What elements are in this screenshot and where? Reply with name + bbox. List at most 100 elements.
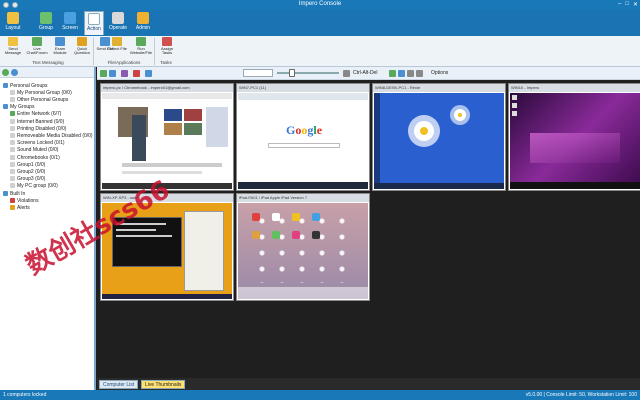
group-node-icon bbox=[10, 162, 15, 167]
screen-icon bbox=[64, 12, 76, 24]
tree-item-my-personal-group[interactable]: My Personal Group (0/0) bbox=[10, 89, 72, 96]
list-view-icon[interactable] bbox=[398, 70, 405, 77]
computer-thumbnail[interactable]: iPad-FA01 / iPad Apple iPad Version 7 bbox=[236, 193, 370, 301]
tree-item-entire-network[interactable]: Entire Network (6/7) bbox=[10, 110, 61, 117]
group-icon bbox=[40, 12, 52, 24]
tree-item-violations[interactable]: Violations bbox=[10, 197, 39, 204]
assign-tasks-button[interactable]: Assign Tasks bbox=[156, 37, 178, 59]
tasks-icon bbox=[162, 37, 172, 46]
status-bar: 1 computers locked v5.0.00 | Console Lim… bbox=[0, 390, 640, 400]
tree-item-group2[interactable]: Group2 (0/0) bbox=[10, 168, 45, 175]
thumbnail-caption: WIN7-PC1 (11) bbox=[237, 84, 369, 92]
send-message-button[interactable]: Send Message bbox=[2, 37, 24, 59]
thumbnail-caption: impero-pc \ Chromebook - impero01@gmail.… bbox=[101, 84, 233, 92]
tree-item-chromebooks[interactable]: Chromebooks (0/1) bbox=[10, 154, 60, 161]
screen-preview bbox=[374, 93, 504, 189]
thumbnail-caption: WIN8-DESK-PC1 - Rexie bbox=[373, 84, 505, 92]
live-chat-button[interactable]: Live Chat/Forum bbox=[26, 37, 48, 59]
run-website-button[interactable]: Run Website/File bbox=[130, 37, 152, 59]
collect-file-button[interactable]: Collect File bbox=[106, 37, 128, 59]
computer-thumbnail[interactable]: impero-pc \ Chromebook - impero01@gmail.… bbox=[100, 83, 234, 191]
tree-item-group1[interactable]: Group1 (0/0) bbox=[10, 161, 45, 168]
computer-thumbnail[interactable]: WIN10 - Impero bbox=[508, 83, 640, 191]
action-icon bbox=[88, 13, 100, 25]
envelope-icon bbox=[8, 37, 18, 46]
lock-icon[interactable] bbox=[133, 70, 140, 77]
exam-module-button[interactable]: Exam Module bbox=[49, 37, 71, 59]
view-icon[interactable] bbox=[145, 70, 152, 77]
tree-item-my-pc-group[interactable]: My PC group (0/0) bbox=[10, 182, 58, 189]
tab-live-thumbnails[interactable]: Live Thumbnails bbox=[141, 380, 186, 389]
refresh-icon[interactable] bbox=[407, 70, 414, 77]
status-right: v5.0.00 | Console Limit: 50, Workstation… bbox=[525, 392, 637, 398]
group-node-icon bbox=[10, 183, 15, 188]
tab-operate[interactable]: Operate bbox=[108, 11, 128, 35]
computer-thumbnail[interactable]: WIN7-PC1 (11) Google bbox=[236, 83, 370, 191]
network-icon bbox=[10, 111, 15, 116]
tree-item-my-groups[interactable]: My Groups bbox=[3, 103, 34, 110]
tab-action[interactable]: Action bbox=[84, 11, 104, 35]
tree-item-removeable-media-disabled[interactable]: Removeable Media Disabled (0/0) bbox=[10, 132, 93, 139]
status-left: 1 computers locked bbox=[3, 392, 47, 398]
tree-item-personal-groups[interactable]: Personal Groups bbox=[3, 82, 48, 89]
screen-preview: Google bbox=[238, 93, 368, 189]
computer-thumbnail[interactable]: WIN8-DESK-PC1 - Rexie bbox=[372, 83, 506, 191]
folder-icon bbox=[3, 83, 8, 88]
screen-preview bbox=[102, 93, 232, 189]
tab-computer-list[interactable]: Computer List bbox=[99, 380, 139, 389]
zoom-slider-track[interactable] bbox=[277, 72, 339, 74]
exam-icon bbox=[55, 37, 65, 46]
tree-item-printing-disabled[interactable]: Printing Disabled (0/0) bbox=[10, 125, 66, 132]
tab-group[interactable]: Group bbox=[36, 11, 56, 35]
tab-layout[interactable]: Layout bbox=[3, 11, 23, 35]
group-label-tasks: Tasks bbox=[160, 60, 172, 65]
options-dropdown[interactable]: Options bbox=[431, 70, 448, 76]
add-group-icon[interactable] bbox=[2, 68, 9, 76]
collect-file-icon bbox=[112, 37, 122, 46]
ribbon-tab-bar: Layout Group Screen Action Operate Admin bbox=[0, 10, 640, 36]
group-node-icon bbox=[10, 97, 15, 102]
settings-icon[interactable] bbox=[416, 70, 423, 77]
folder-icon bbox=[3, 104, 8, 109]
maximize-icon[interactable]: □ bbox=[625, 1, 629, 8]
group-node-icon bbox=[10, 147, 15, 152]
minimize-icon[interactable]: – bbox=[618, 1, 621, 8]
window-title: Impero Console bbox=[298, 1, 342, 7]
tab-admin[interactable]: Admin bbox=[133, 11, 153, 35]
tree-item-sound-muted[interactable]: Sound Muted (0/0) bbox=[10, 146, 58, 153]
tree-item-group3[interactable]: Group3 (0/0) bbox=[10, 175, 45, 182]
quick-question-button[interactable]: Quick Question bbox=[71, 37, 93, 59]
layout-icon bbox=[7, 12, 19, 24]
title-bar: Impero Console – □ ✕ bbox=[0, 0, 640, 10]
tree-item-screens-locked[interactable]: Screens Locked (0/1) bbox=[10, 139, 65, 146]
filter-icon[interactable] bbox=[121, 70, 128, 77]
tree-item-built-in[interactable]: Built In bbox=[3, 190, 25, 197]
view-tab-bar: Computer List Live Thumbnails bbox=[97, 378, 640, 390]
operate-icon bbox=[112, 12, 124, 24]
search-input[interactable] bbox=[243, 69, 273, 77]
zoom-slider-handle[interactable] bbox=[289, 69, 295, 77]
group-node-icon bbox=[10, 119, 15, 124]
alert-icon bbox=[10, 205, 15, 210]
close-icon[interactable]: ✕ bbox=[633, 1, 638, 8]
grid-view-icon[interactable] bbox=[389, 70, 396, 77]
ctrl-alt-del-button[interactable]: Ctrl-Alt-Del bbox=[353, 70, 377, 76]
tree-toolbar bbox=[0, 67, 94, 78]
edit-group-icon[interactable] bbox=[11, 68, 18, 76]
select-icon[interactable] bbox=[109, 70, 116, 77]
thumbnail-caption: iPad-FA01 / iPad Apple iPad Version 7 bbox=[237, 194, 369, 202]
tab-screen[interactable]: Screen bbox=[60, 11, 80, 35]
thumbnail-toolbar: Ctrl-Alt-Del Options bbox=[97, 67, 640, 80]
group-node-icon bbox=[10, 90, 15, 95]
check-icon[interactable] bbox=[100, 70, 107, 77]
google-logo-icon: Google bbox=[286, 123, 323, 137]
violation-icon bbox=[10, 198, 15, 203]
screen-preview bbox=[238, 203, 368, 299]
window-buttons: – □ ✕ bbox=[618, 1, 638, 8]
tree-item-other-personal-groups[interactable]: Other Personal Groups bbox=[10, 96, 68, 103]
tree-item-alerts[interactable]: Alerts bbox=[10, 204, 30, 211]
group-node-icon bbox=[10, 140, 15, 145]
ribbon-panel: Send Message Live Chat/Forum Exam Module… bbox=[0, 36, 640, 67]
tree-item-internet-banned[interactable]: Internet Banned (0/0) bbox=[10, 118, 64, 125]
keyboard-icon[interactable] bbox=[343, 70, 350, 77]
